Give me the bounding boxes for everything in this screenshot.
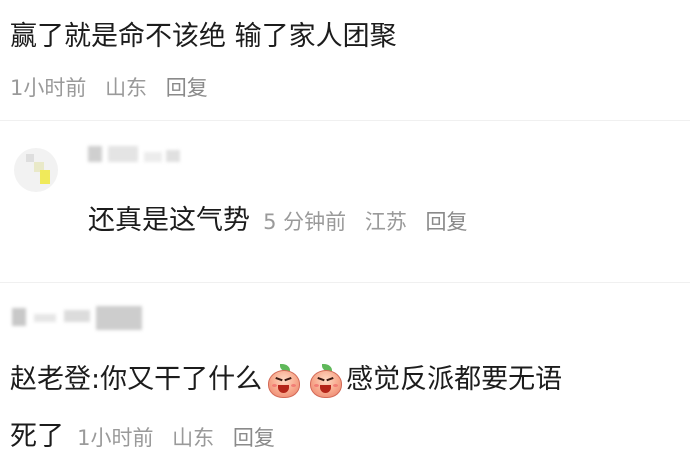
divider [0, 120, 690, 121]
comment-row: 还真是这气势 5 分钟前 江苏 回复 [88, 198, 480, 237]
comment-location: 江苏 [364, 210, 407, 234]
comment-meta: 1小时前 山东 回复 [10, 72, 220, 102]
laughing-peach-icon [308, 363, 343, 398]
username-blurred [166, 150, 180, 162]
comment-location: 山东 [172, 426, 215, 450]
avatar-image [14, 148, 58, 192]
username-blurred [144, 152, 162, 162]
comment-text: 还真是这气势 [88, 205, 250, 236]
comment-time: 1小时前 [77, 426, 154, 450]
username-blurred [88, 146, 102, 162]
username-blurred [12, 308, 26, 326]
comment-text-suffix: 感觉反派都要无语 [346, 364, 563, 395]
laughing-peach-icon [266, 363, 301, 398]
username-blurred [108, 146, 138, 162]
comment-location: 山东 [105, 76, 148, 100]
comment-text-line2: 死了 [10, 421, 64, 452]
comment-text: 赵老登:你又干了什么 感觉反派都要无语 [10, 357, 562, 398]
comment-text-prefix: 赵老登:你又干了什么 [10, 364, 263, 395]
reply-button[interactable]: 回复 [233, 426, 275, 450]
comment-meta: 5 分钟前 江苏 回复 [263, 210, 479, 234]
comment-time: 1小时前 [10, 76, 87, 100]
comment-row: 死了 1小时前 山东 回复 [10, 414, 287, 453]
divider [0, 282, 690, 283]
avatar[interactable] [14, 148, 58, 192]
comment-meta: 1小时前 山东 回复 [77, 426, 287, 450]
comment-time: 5 分钟前 [263, 210, 347, 234]
reply-button[interactable]: 回复 [426, 210, 468, 234]
username-blurred [96, 306, 142, 330]
comment-text: 赢了就是命不该绝 输了家人团聚 [10, 21, 397, 52]
username-blurred [34, 314, 56, 322]
reply-button[interactable]: 回复 [166, 76, 208, 100]
username-blurred [64, 310, 90, 322]
